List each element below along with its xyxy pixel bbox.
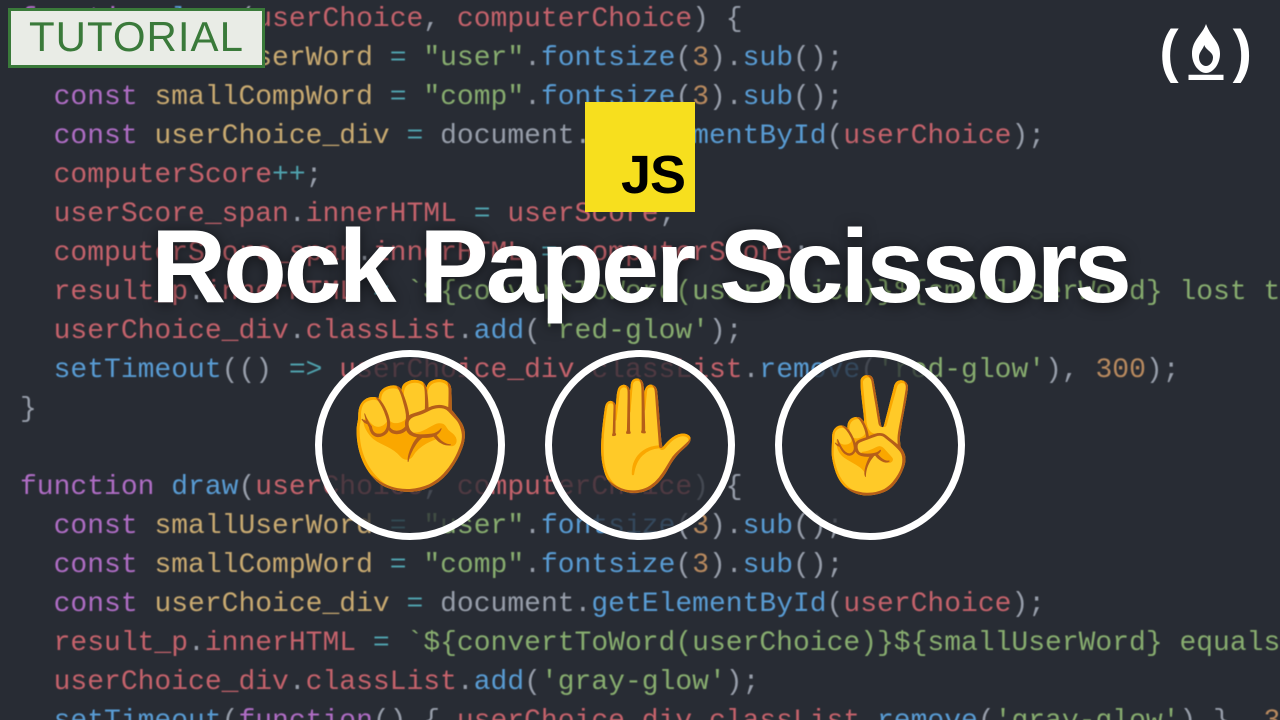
scissors-icon: ✌️ bbox=[802, 390, 939, 500]
choice-rock[interactable]: ✊ bbox=[315, 350, 505, 540]
paper-icon: ✋ bbox=[572, 390, 709, 500]
choice-paper[interactable]: ✋ bbox=[545, 350, 735, 540]
rock-icon: ✊ bbox=[342, 390, 479, 500]
choice-scissors[interactable]: ✌️ bbox=[775, 350, 965, 540]
choices-row: ✊ ✋ ✌️ bbox=[315, 350, 965, 540]
